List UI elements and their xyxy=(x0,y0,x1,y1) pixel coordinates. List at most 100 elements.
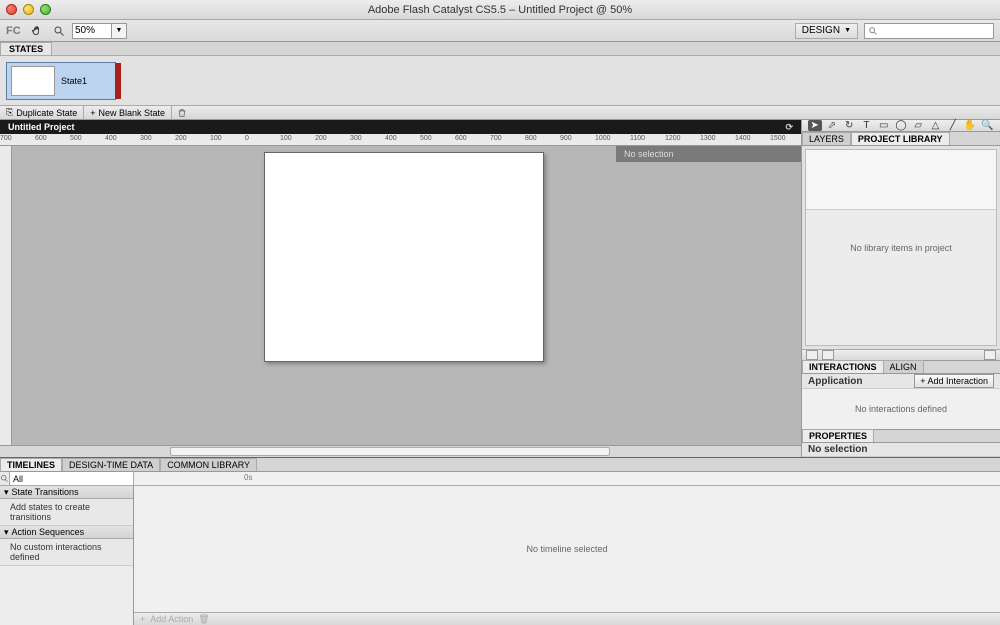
timeline-area: 0s No timeline selected + Add Action 🗑 xyxy=(134,472,1000,625)
timeline-empty-text: No timeline selected xyxy=(526,544,607,554)
bottom-tabs: TIMELINES DESIGN-TIME DATA COMMON LIBRAR… xyxy=(0,458,1000,472)
chevron-down-icon: ▼ xyxy=(844,27,851,34)
new-blank-state-button[interactable]: + New Blank State xyxy=(84,106,172,119)
close-window-button[interactable] xyxy=(6,4,17,15)
ruler-tick: 900 xyxy=(560,135,572,142)
state-thumbnail[interactable]: State1 xyxy=(6,62,116,100)
direct-select-tool-icon[interactable]: ⬀ xyxy=(825,120,839,131)
ruler-tick: 200 xyxy=(175,135,187,142)
state-preview xyxy=(11,66,55,96)
duplicate-state-label: Duplicate State xyxy=(16,108,77,118)
zoom-input[interactable] xyxy=(72,23,112,39)
zoom-dropdown[interactable]: ▼ xyxy=(111,23,127,39)
ruler-tick: 400 xyxy=(105,135,117,142)
project-library-tab[interactable]: PROJECT LIBRARY xyxy=(851,132,950,145)
state-transitions-label: State Transitions xyxy=(12,487,79,497)
minimize-window-button[interactable] xyxy=(23,4,34,15)
timeline-trash-icon[interactable]: 🗑 xyxy=(198,614,209,625)
timeline-filter-input[interactable] xyxy=(10,472,133,485)
refresh-icon[interactable]: ⟳ xyxy=(785,122,793,133)
horizontal-ruler: 7006005004003002001000100200300400500600… xyxy=(0,134,801,146)
timeline-body: No timeline selected xyxy=(134,486,1000,612)
search-icon xyxy=(868,26,878,36)
triangle-tool-icon[interactable]: △ xyxy=(928,120,942,131)
artboard[interactable] xyxy=(264,152,544,362)
duplicate-state-button[interactable]: ⎘ Duplicate State xyxy=(0,106,84,119)
workspace-label: DESIGN xyxy=(802,25,840,36)
align-tab[interactable]: ALIGN xyxy=(883,360,924,373)
new-folder-button[interactable] xyxy=(822,350,834,360)
ruler-tick: 600 xyxy=(455,135,467,142)
text-tool-icon[interactable]: T xyxy=(859,120,873,131)
timeline-ruler: 0s xyxy=(134,472,1000,486)
selection-hud: No selection xyxy=(616,146,801,162)
bottom-panel: TIMELINES DESIGN-TIME DATA COMMON LIBRAR… xyxy=(0,457,1000,625)
app-logo: FC xyxy=(6,25,24,37)
states-panel-header: STATES xyxy=(0,42,1000,56)
interactions-subject-row: Application + Add Interaction xyxy=(802,374,1000,389)
state-label: State1 xyxy=(61,76,87,86)
traffic-lights xyxy=(6,4,51,15)
line-tool-icon[interactable]: ╱ xyxy=(946,120,960,131)
common-library-tab[interactable]: COMMON LIBRARY xyxy=(160,458,257,471)
new-symbol-button[interactable] xyxy=(806,350,818,360)
add-action-plus-icon: + xyxy=(140,614,145,624)
workspace-switcher[interactable]: DESIGN ▼ xyxy=(795,23,858,39)
interactions-tab[interactable]: INTERACTIONS xyxy=(802,360,884,373)
rounded-rect-tool-icon[interactable]: ▱ xyxy=(911,120,925,131)
properties-selection-row: No selection xyxy=(802,443,1000,457)
search-input[interactable] xyxy=(864,23,994,39)
right-tool-strip: ➤ ⬀ ↻ T ▭ ◯ ▱ △ ╱ ✋ 🔍 xyxy=(802,120,1000,132)
zoom-window-button[interactable] xyxy=(40,4,51,15)
ruler-tick: 0 xyxy=(245,135,249,142)
ruler-tick: 700 xyxy=(490,135,502,142)
ruler-tick: 800 xyxy=(525,135,537,142)
properties-tab[interactable]: PROPERTIES xyxy=(802,429,874,442)
ruler-tick: 1400 xyxy=(735,135,751,142)
canvas-stage[interactable]: No selection xyxy=(12,146,801,445)
duplicate-icon: ⎘ xyxy=(6,107,13,118)
horizontal-scrollbar[interactable] xyxy=(0,445,801,457)
ellipse-tool-icon[interactable]: ◯ xyxy=(894,120,908,131)
canvas-column: Untitled Project ⟳ 700600500400300200100… xyxy=(0,120,802,457)
ruler-tick: 100 xyxy=(280,135,292,142)
interactions-panel-header: INTERACTIONS ALIGN xyxy=(802,360,1000,374)
ruler-tick: 1300 xyxy=(700,135,716,142)
project-name: Untitled Project xyxy=(8,122,75,132)
delete-state-button[interactable] xyxy=(172,108,192,118)
window-titlebar: Adobe Flash Catalyst CS5.5 – Untitled Pr… xyxy=(0,0,1000,20)
ruler-tick: 500 xyxy=(70,135,82,142)
timeline-filter: ▼ xyxy=(0,472,133,486)
timelines-tab[interactable]: TIMELINES xyxy=(0,458,62,471)
scrollbar-thumb[interactable] xyxy=(170,447,610,456)
plus-icon: + xyxy=(90,108,95,118)
states-tab[interactable]: STATES xyxy=(0,42,52,55)
ruler-tick: 700 xyxy=(0,135,12,142)
transform-tool-icon[interactable]: ↻ xyxy=(842,120,856,131)
hand-tool-icon[interactable] xyxy=(28,23,46,39)
top-toolbar: FC ▼ DESIGN ▼ xyxy=(0,20,1000,42)
interactions-body: No interactions defined xyxy=(802,389,1000,428)
library-panel-body: No library items in project xyxy=(805,149,997,346)
library-trash-button[interactable] xyxy=(984,350,996,360)
trash-icon xyxy=(177,108,187,118)
states-panel-body: State1 xyxy=(0,56,1000,106)
zoom-tool-icon-right[interactable]: 🔍 xyxy=(980,120,994,131)
add-interaction-button[interactable]: + Add Interaction xyxy=(914,374,994,388)
action-sequences-header[interactable]: ▾ Action Sequences xyxy=(0,526,133,539)
zoom-tool-icon[interactable] xyxy=(50,23,68,39)
library-preview-area xyxy=(806,150,996,210)
rectangle-tool-icon[interactable]: ▭ xyxy=(877,120,891,131)
ruler-tick: 500 xyxy=(420,135,432,142)
selection-tool-icon[interactable]: ➤ xyxy=(808,120,822,131)
state-transitions-header[interactable]: ▾ State Transitions xyxy=(0,486,133,499)
state-active-marker xyxy=(115,63,121,99)
disclosure-triangle-icon: ▾ xyxy=(4,527,9,538)
add-action-button[interactable]: Add Action xyxy=(150,614,193,624)
layers-tab[interactable]: LAYERS xyxy=(802,132,851,145)
library-empty-text: No library items in project xyxy=(850,243,952,253)
filter-search-icon[interactable] xyxy=(0,472,10,485)
design-time-data-tab[interactable]: DESIGN-TIME DATA xyxy=(62,458,160,471)
hand-tool-icon-right[interactable]: ✋ xyxy=(963,120,977,131)
vertical-ruler xyxy=(0,146,12,445)
